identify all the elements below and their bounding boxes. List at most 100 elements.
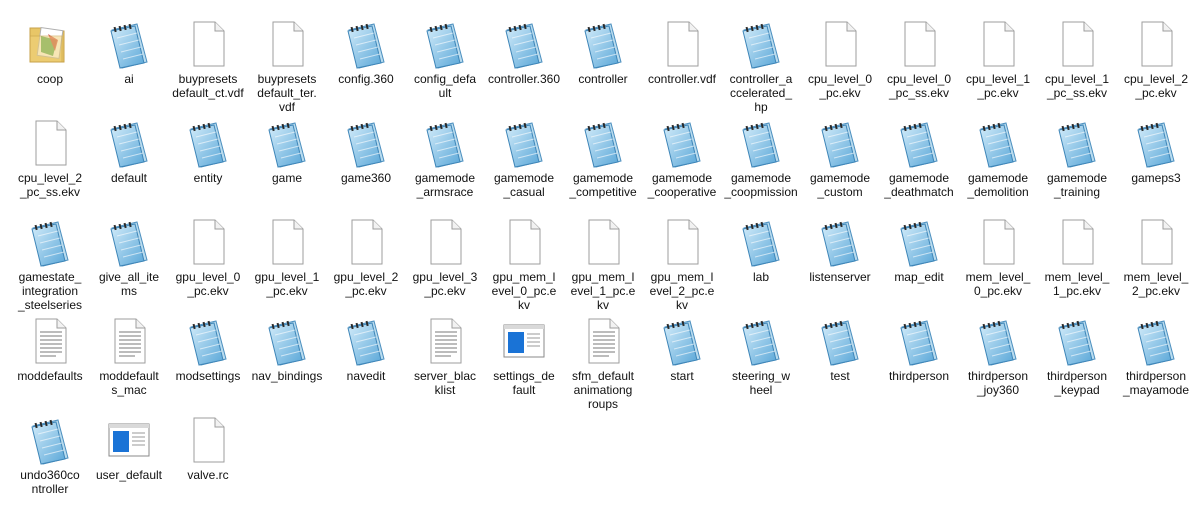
file-item-gpu-mem-level-2-pc-ekv[interactable]: gpu_mem_l​evel_2_pc.e​kv [643, 214, 721, 312]
blank-file-icon [182, 216, 234, 268]
file-item-listenserver[interactable]: listenserver [801, 214, 879, 310]
blank-file-icon [814, 18, 866, 70]
file-label: thirdperson​_keypad [1046, 369, 1108, 397]
notepad-icon [24, 216, 76, 268]
file-item-gpu-level-2-pc-ekv[interactable]: gpu_level_2​_pc.ekv [327, 214, 405, 310]
file-label: give_all_ite​ms [98, 270, 160, 298]
file-item-server-blacklist[interactable]: server_blac​klist [406, 313, 484, 409]
file-item-ai[interactable]: ai [90, 16, 168, 112]
file-item-gamemode-deathmatch[interactable]: gamemode​_deathmatc​h [880, 115, 958, 211]
text-file-icon [24, 315, 76, 367]
file-item-start[interactable]: start [643, 313, 721, 409]
file-item-config-default[interactable]: config_defa​ult [406, 16, 484, 112]
file-grid: coop ai buypresets​default_ct.v​df buyprese… [0, 0, 1197, 526]
file-item-cpu-level-2-pc-ekv[interactable]: cpu_level_2​_pc.ekv [1117, 16, 1195, 112]
file-item-valve-rc[interactable]: valve.rc [169, 412, 247, 508]
file-item-game[interactable]: game [248, 115, 326, 211]
file-item-default[interactable]: default [90, 115, 168, 211]
file-label: modsetting​s [175, 369, 241, 383]
file-item-gameps3[interactable]: gameps3 [1117, 115, 1195, 211]
file-label: gamemode​_custom [809, 171, 871, 199]
file-item-thirdperson-keypad[interactable]: thirdperson​_keypad [1038, 313, 1116, 409]
notepad-icon [1051, 315, 1103, 367]
file-item-controller-360[interactable]: controller.3​60 [485, 16, 563, 112]
file-label: moddefault​s_mac [99, 369, 159, 397]
file-label: navedit [346, 369, 386, 383]
notepad-icon [814, 216, 866, 268]
notepad-icon [340, 117, 392, 169]
file-item-thirdperson-mayamode[interactable]: thirdperson​_mayamod​e [1117, 313, 1195, 409]
file-item-mem-level-1-pc-ekv[interactable]: mem_level_​1_pc.ekv [1038, 214, 1116, 310]
file-item-gpu-mem-level-0-pc-ekv[interactable]: gpu_mem_l​evel_0_pc.e​kv [485, 214, 563, 312]
file-item-thirdperson[interactable]: thirdperson [880, 313, 958, 409]
file-item-gamemode-custom[interactable]: gamemode​_custom [801, 115, 879, 211]
blank-file-icon [972, 18, 1024, 70]
file-item-config-360[interactable]: config.360 [327, 16, 405, 112]
file-item-gpu-level-1-pc-ekv[interactable]: gpu_level_1​_pc.ekv [248, 214, 326, 310]
notepad-icon [1051, 117, 1103, 169]
blank-file-icon [972, 216, 1024, 268]
notepad-icon [814, 117, 866, 169]
blank-file-icon [498, 216, 550, 268]
file-item-steering-wheel[interactable]: steering_w​heel [722, 313, 800, 409]
file-item-gpu-level-3-pc-ekv[interactable]: gpu_level_3​_pc.ekv [406, 214, 484, 310]
file-item-mem-level-0-pc-ekv[interactable]: mem_level_​0_pc.ekv [959, 214, 1037, 310]
file-item-cpu-level-1-pc-ekv[interactable]: cpu_level_1​_pc.ekv [959, 16, 1037, 112]
file-item-controller[interactable]: controller [564, 16, 642, 112]
file-item-gamemode-training[interactable]: gamemode​_training [1038, 115, 1116, 211]
file-label: mem_level_​2_pc.ekv [1123, 270, 1189, 298]
notepad-icon [735, 18, 787, 70]
file-item-user-default[interactable]: user_defaul​t [90, 412, 168, 508]
file-item-sfm-defaultanimationgroups[interactable]: sfm_default​animationg​roups [564, 313, 642, 411]
file-item-gamestate-integration-steelseries[interactable]: gamestate_​integration​_steelseries [11, 214, 89, 312]
file-item-give-all-items[interactable]: give_all_ite​ms [90, 214, 168, 310]
file-item-cpu-level-2-pc-ss-ekv[interactable]: cpu_level_2​_pc_ss.ekv [11, 115, 89, 211]
file-item-gamemode-cooperative[interactable]: gamemode​_cooperativ​e [643, 115, 721, 211]
file-item-gamemode-coopmission[interactable]: gamemode​_coopmissi​on [722, 115, 800, 211]
notepad-icon [419, 18, 471, 70]
file-item-gamemode-casual[interactable]: gamemode​_casual [485, 115, 563, 211]
file-item-gpu-level-0-pc-ekv[interactable]: gpu_level_0​_pc.ekv [169, 214, 247, 310]
blank-file-icon [340, 216, 392, 268]
file-label: gamemode​_deathmatc​h [884, 171, 954, 199]
file-item-mem-level-2-pc-ekv[interactable]: mem_level_​2_pc.ekv [1117, 214, 1195, 310]
file-label: gpu_level_3​_pc.ekv [412, 270, 478, 298]
file-label: cpu_level_2​_pc.ekv [1123, 72, 1189, 100]
file-item-gpu-mem-level-1-pc-ekv[interactable]: gpu_mem_l​evel_1_pc.e​kv [564, 214, 642, 312]
file-item-gamemode-armsrace[interactable]: gamemode​_armsrace [406, 115, 484, 211]
file-item-cpu-level-1-pc-ss-ekv[interactable]: cpu_level_1​_pc_ss.ekv [1038, 16, 1116, 112]
file-item-lab[interactable]: lab [722, 214, 800, 310]
file-item-undo360controller[interactable]: undo360co​ntroller [11, 412, 89, 508]
file-item-thirdperson-joy360[interactable]: thirdperson​_joy360 [959, 313, 1037, 409]
file-label: gamemode​_casual [493, 171, 555, 199]
file-label: game360 [340, 171, 392, 185]
file-label: game [271, 171, 303, 185]
file-item-buypresetsdefault-ct-vdf[interactable]: buypresets​default_ct.v​df [169, 16, 247, 112]
notepad-icon [893, 315, 945, 367]
file-item-coop[interactable]: coop [11, 16, 89, 112]
file-item-cpu-level-0-pc-ekv[interactable]: cpu_level_0​_pc.ekv [801, 16, 879, 112]
file-label: undo360co​ntroller [20, 468, 80, 496]
file-item-modsettings[interactable]: modsetting​s [169, 313, 247, 409]
file-item-cpu-level-0-pc-ss-ekv[interactable]: cpu_level_0​_pc_ss.ekv [880, 16, 958, 112]
file-item-test[interactable]: test [801, 313, 879, 409]
notepad-icon [1130, 117, 1182, 169]
notepad-icon [340, 18, 392, 70]
file-item-moddefaults-mac[interactable]: moddefault​s_mac [90, 313, 168, 409]
file-item-buypresetsdefault-ter-vdf[interactable]: buypresets​default_ter.​vdf [248, 16, 326, 114]
file-label: gpu_mem_l​evel_2_pc.e​kv [649, 270, 715, 312]
file-item-entity[interactable]: entity [169, 115, 247, 211]
file-item-controller-accelerated-hp[interactable]: controller_a​ccelerated_​hp [722, 16, 800, 114]
file-item-moddefaults[interactable]: moddefault​s [11, 313, 89, 409]
file-item-navedit[interactable]: navedit [327, 313, 405, 409]
file-label: coop [36, 72, 64, 86]
file-item-game360[interactable]: game360 [327, 115, 405, 211]
file-item-controller-vdf[interactable]: controller.v​df [643, 16, 721, 112]
file-item-settings-default[interactable]: settings_de​fault [485, 313, 563, 409]
file-item-map-edit[interactable]: map_edit [880, 214, 958, 310]
file-label: cpu_level_1​_pc_ss.ekv [1044, 72, 1110, 100]
file-item-gamemode-competitive[interactable]: gamemode​_competitiv​e [564, 115, 642, 211]
notepad-icon [1130, 315, 1182, 367]
file-item-nav-bindings[interactable]: nav_bindin​gs [248, 313, 326, 409]
file-item-gamemode-demolition[interactable]: gamemode​_demolitio​n [959, 115, 1037, 211]
